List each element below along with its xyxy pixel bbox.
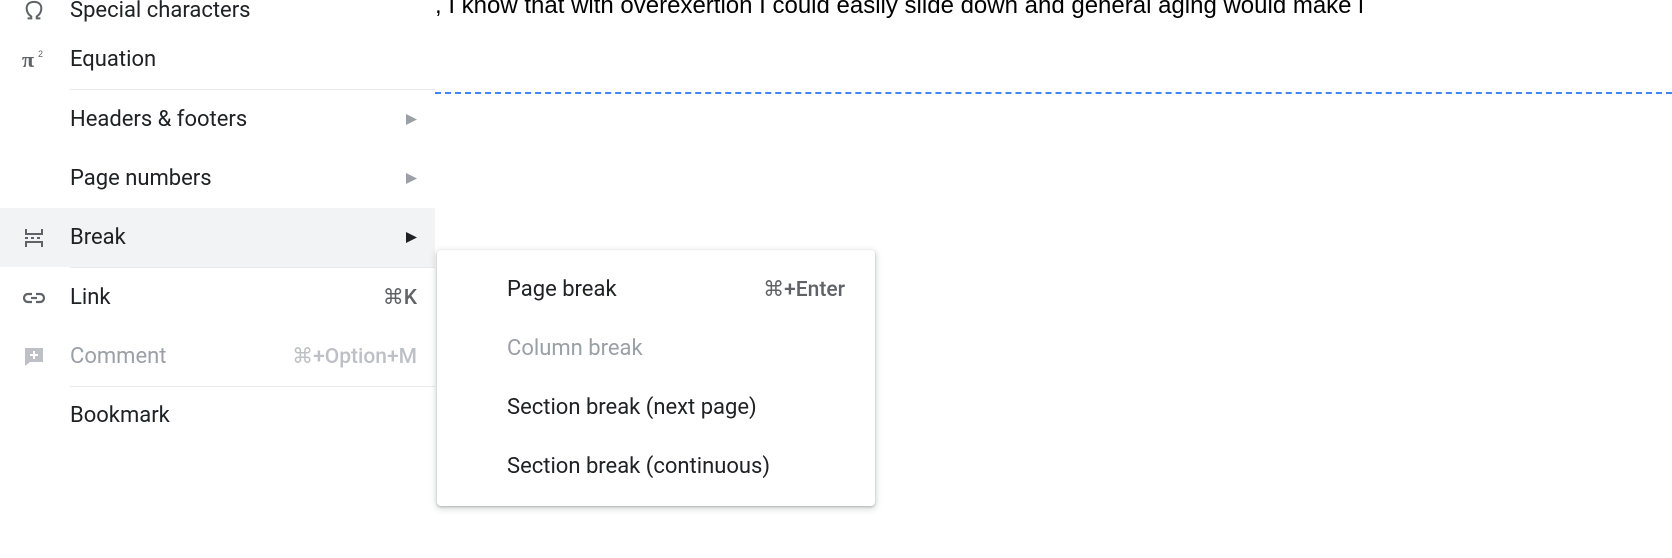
menu-item-comment: Comment ⌘+Option+M [0, 327, 435, 386]
menu-item-link[interactable]: Link ⌘K [0, 268, 435, 327]
break-submenu: Page break ⌘+Enter Column break Section … [437, 250, 875, 506]
menu-item-special-characters[interactable]: Special characters [0, 0, 435, 30]
insert-menu-dropdown: Special characters π 2 Equation Headers … [0, 0, 435, 427]
menu-label: Comment [70, 344, 292, 369]
submenu-shortcut: ⌘+Enter [763, 277, 845, 302]
menu-shortcut: ⌘K [383, 285, 417, 310]
chevron-right-icon [406, 114, 417, 125]
submenu-item-column-break: Column break [437, 319, 875, 378]
menu-label: Link [70, 285, 383, 310]
link-icon [22, 286, 70, 310]
submenu-item-page-break[interactable]: Page break ⌘+Enter [437, 260, 875, 319]
submenu-label: Page break [507, 277, 763, 302]
page-break-icon [22, 226, 70, 250]
svg-text:π: π [22, 47, 34, 72]
menu-label: Special characters [70, 0, 417, 22]
comment-icon [22, 345, 70, 369]
page-break-indicator [435, 92, 1672, 94]
submenu-label: Section break (continuous) [507, 454, 845, 479]
menu-label: Headers & footers [70, 107, 406, 132]
menu-label: Page numbers [70, 166, 406, 191]
chevron-right-icon [406, 232, 417, 243]
submenu-item-section-next[interactable]: Section break (next page) [437, 378, 875, 437]
menu-shortcut: ⌘+Option+M [292, 344, 417, 369]
menu-label: Equation [70, 47, 417, 72]
chevron-right-icon [406, 173, 417, 184]
menu-label: Bookmark [70, 405, 417, 427]
menu-item-page-numbers[interactable]: Page numbers [0, 149, 435, 208]
submenu-label: Column break [507, 336, 845, 361]
document-body-text[interactable]: , I know that with overexertion I could … [435, 0, 1364, 20]
menu-item-equation[interactable]: π 2 Equation [0, 30, 435, 89]
menu-item-headers-footers[interactable]: Headers & footers [0, 90, 435, 149]
submenu-label: Section break (next page) [507, 395, 845, 420]
menu-item-break[interactable]: Break [0, 208, 435, 267]
submenu-item-section-continuous[interactable]: Section break (continuous) [437, 437, 875, 496]
omega-icon [22, 0, 70, 22]
pi-icon: π 2 [22, 47, 70, 73]
menu-item-bookmark[interactable]: Bookmark [0, 387, 435, 427]
menu-label: Break [70, 225, 406, 250]
svg-text:2: 2 [38, 49, 43, 59]
